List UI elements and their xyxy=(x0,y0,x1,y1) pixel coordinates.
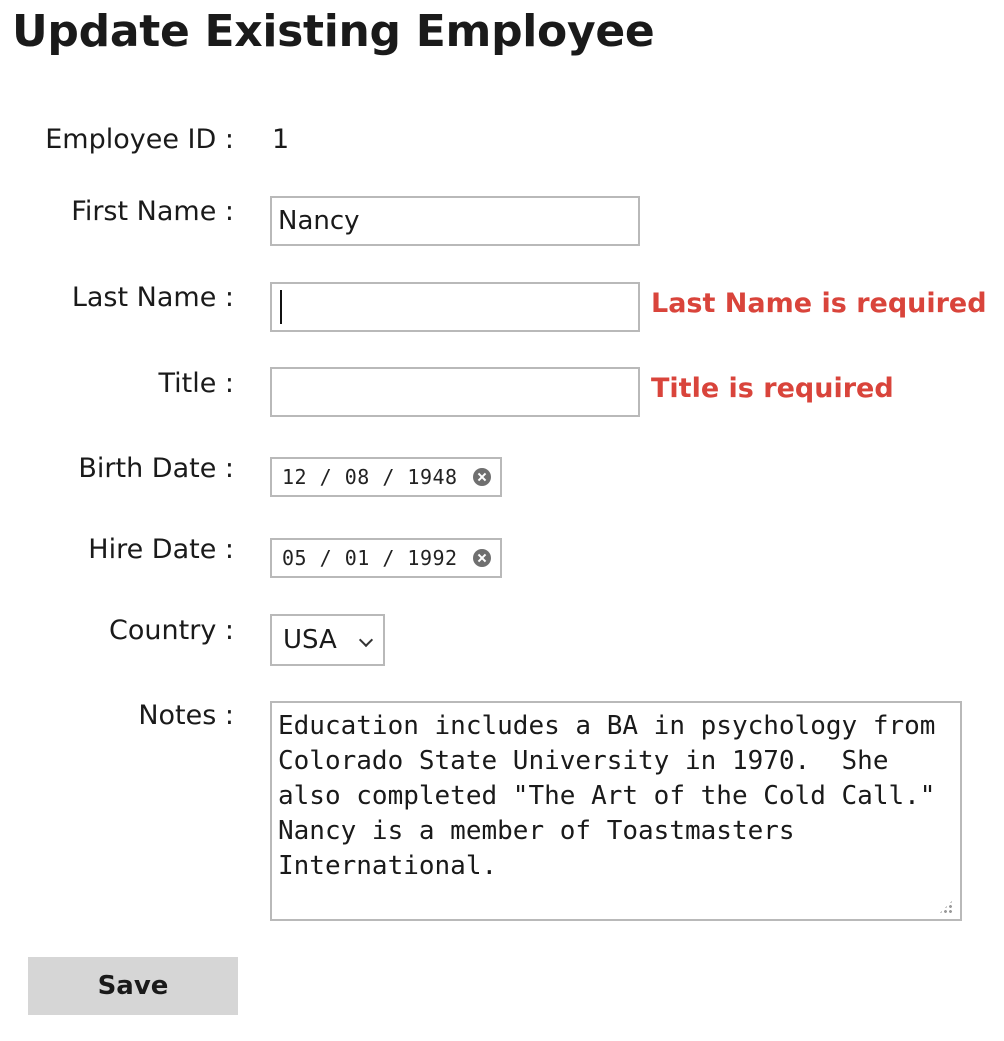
hire-date-input[interactable]: 05 / 01 / 1992 xyxy=(270,538,502,578)
save-button[interactable]: Save xyxy=(28,957,238,1015)
notes-textarea[interactable]: Education includes a BA in psychology fr… xyxy=(270,701,962,921)
clear-circle-x-icon[interactable] xyxy=(473,549,491,567)
birth-date-label: Birth Date : xyxy=(78,453,234,484)
employee-id-value: 1 xyxy=(272,124,290,155)
last-name-label: Last Name : xyxy=(71,282,234,313)
first-name-input[interactable] xyxy=(270,196,640,246)
birth-date-input[interactable]: 12 / 08 / 1948 xyxy=(270,457,502,497)
hire-date-value: 05 / 01 / 1992 xyxy=(282,546,458,570)
notes-label: Notes : xyxy=(138,700,234,731)
title-error: Title is required xyxy=(651,373,894,404)
employee-id-label: Employee ID : xyxy=(45,124,234,155)
text-caret xyxy=(280,290,282,324)
country-select[interactable]: USA xyxy=(270,614,385,666)
last-name-input[interactable] xyxy=(270,282,640,332)
chevron-down-icon xyxy=(358,632,374,648)
birth-date-value: 12 / 08 / 1948 xyxy=(282,465,458,489)
page-title: Update Existing Employee xyxy=(12,6,655,57)
first-name-label: First Name : xyxy=(71,196,234,227)
title-label: Title : xyxy=(158,368,234,399)
country-label: Country : xyxy=(109,615,234,646)
last-name-error: Last Name is required xyxy=(651,288,987,319)
title-input[interactable] xyxy=(270,367,640,417)
country-selected-value: USA xyxy=(283,625,337,655)
hire-date-label: Hire Date : xyxy=(88,534,234,565)
clear-circle-x-icon[interactable] xyxy=(473,468,491,486)
